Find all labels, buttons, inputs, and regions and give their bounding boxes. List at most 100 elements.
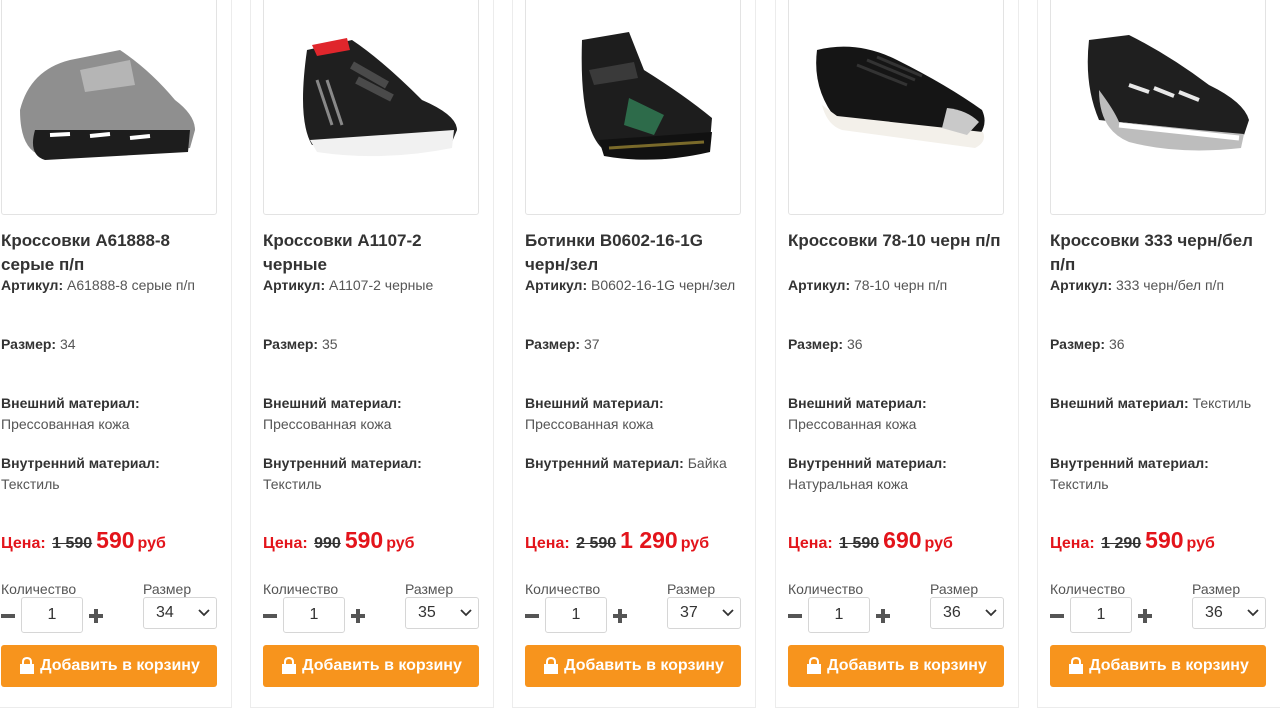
decrease-quantity-button[interactable] xyxy=(1050,609,1064,623)
product-title[interactable]: Кроссовки A1107-2 черные xyxy=(263,229,479,277)
new-price: 590 xyxy=(96,527,135,553)
size-select-value: 35 xyxy=(418,604,436,621)
increase-quantity-button[interactable] xyxy=(1138,609,1152,623)
size-select[interactable]: 36 xyxy=(930,597,1004,629)
size-select[interactable]: 36 xyxy=(1192,597,1266,629)
product-title[interactable]: Кроссовки A61888-8 серые п/п xyxy=(1,229,217,277)
quantity-label: Количество xyxy=(1050,581,1126,597)
outer-material-label: Внешний материал: xyxy=(525,395,664,411)
shopping-bag-icon xyxy=(20,657,35,674)
product-title[interactable]: Ботинки B0602-16-1G черн/зел xyxy=(525,229,741,277)
price-label: Цена: xyxy=(263,535,308,552)
article-row: Артикул: A61888-8 серые п/п xyxy=(1,275,221,296)
inner-material-value: Текстиль xyxy=(1,476,60,492)
decrease-quantity-button[interactable] xyxy=(525,609,539,623)
product-card: Кроссовки A61888-8 серые п/п Артикул: A6… xyxy=(0,0,232,708)
article-value: B0602-16-1G черн/зел xyxy=(591,277,736,293)
inner-material-row: Внутренний материал: Текстиль xyxy=(1,453,221,495)
outer-material-row: Внешний материал: Прессованная кожа xyxy=(788,393,1008,435)
product-card: Ботинки B0602-16-1G черн/зел Артикул: B0… xyxy=(512,0,756,708)
old-price: 990 xyxy=(314,535,341,552)
size-row: Размер: 35 xyxy=(263,334,483,355)
outer-material-value: Текстиль xyxy=(1192,395,1252,411)
add-to-cart-button[interactable]: Добавить в корзину xyxy=(525,645,741,687)
size-row: Размер: 34 xyxy=(1,334,221,355)
article-value: A61888-8 серые п/п xyxy=(67,277,195,293)
quantity-input[interactable] xyxy=(1070,597,1132,633)
product-image[interactable] xyxy=(788,0,1004,215)
shoe-image xyxy=(816,46,985,148)
product-title[interactable]: Кроссовки 333 черн/бел п/п xyxy=(1050,229,1266,277)
size-select[interactable]: 37 xyxy=(667,597,741,629)
currency: руб xyxy=(137,535,166,552)
product-image[interactable] xyxy=(1050,0,1266,215)
inner-material-label: Внутренний материал: xyxy=(525,455,684,471)
outer-material-row: Внешний материал: Прессованная кожа xyxy=(263,393,483,435)
old-price: 1 590 xyxy=(839,535,880,552)
size-attr-value: 36 xyxy=(846,336,863,352)
size-select-value: 36 xyxy=(943,604,961,621)
outer-material-value: Прессованная кожа xyxy=(263,416,392,432)
size-attr-value: 35 xyxy=(321,336,338,352)
quantity-input[interactable] xyxy=(21,597,83,633)
increase-quantity-button[interactable] xyxy=(89,609,103,623)
increase-quantity-button[interactable] xyxy=(351,609,365,623)
product-card: Кроссовки A1107-2 черные Артикул: A1107-… xyxy=(250,0,494,708)
shoe-image xyxy=(20,50,195,160)
inner-material-label: Внутренний материал: xyxy=(1050,455,1209,471)
add-to-cart-button[interactable]: Добавить в корзину xyxy=(263,645,479,687)
quantity-input[interactable] xyxy=(283,597,345,633)
inner-material-label: Внутренний материал: xyxy=(263,455,422,471)
size-select[interactable]: 35 xyxy=(405,597,479,629)
size-attr-value: 36 xyxy=(1108,336,1125,352)
shopping-bag-icon xyxy=(807,657,822,674)
inner-material-row: Внутренний материал: Натуральная кожа xyxy=(788,453,1008,495)
price-row: Цена: 1 590 590 руб xyxy=(1,527,231,554)
outer-material-label: Внешний материал: xyxy=(788,395,927,411)
quantity-input[interactable] xyxy=(808,597,870,633)
increase-quantity-button[interactable] xyxy=(613,609,627,623)
price-row: Цена: 1 290 590 руб xyxy=(1050,527,1280,554)
product-title[interactable]: Кроссовки 78-10 черн п/п xyxy=(788,229,1004,253)
size-attr-label: Размер: xyxy=(788,336,844,352)
article-row: Артикул: B0602-16-1G черн/зел xyxy=(525,275,745,296)
article-value: 78-10 черн п/п xyxy=(854,277,948,293)
currency: руб xyxy=(680,535,710,552)
outer-material-value: Прессованная кожа xyxy=(1,416,130,432)
price-label: Цена: xyxy=(1,535,46,552)
add-to-cart-button[interactable]: Добавить в корзину xyxy=(1,645,217,687)
outer-material-label: Внешний материал: xyxy=(1,395,140,411)
add-to-cart-button[interactable]: Добавить в корзину xyxy=(788,645,1004,687)
product-image[interactable] xyxy=(525,0,741,215)
new-price: 590 xyxy=(344,527,384,553)
add-to-cart-label: Добавить в корзину xyxy=(827,657,987,674)
size-row: Размер: 36 xyxy=(788,334,1008,355)
new-price: 590 xyxy=(1145,527,1184,553)
decrease-quantity-button[interactable] xyxy=(788,609,802,623)
price-label: Цена: xyxy=(1050,535,1095,552)
decrease-quantity-button[interactable] xyxy=(263,609,277,623)
currency: руб xyxy=(924,535,953,552)
add-to-cart-label: Добавить в корзину xyxy=(1089,657,1249,674)
product-image[interactable] xyxy=(263,0,479,215)
decrease-quantity-button[interactable] xyxy=(1,609,15,623)
chevron-down-icon xyxy=(198,609,210,617)
quantity-input[interactable] xyxy=(545,597,607,633)
increase-quantity-button[interactable] xyxy=(876,609,890,623)
size-select[interactable]: 34 xyxy=(143,597,217,629)
inner-material-value: Байка xyxy=(687,455,727,471)
outer-material-row: Внешний материал: Прессованная кожа xyxy=(525,393,745,435)
quantity-label: Количество xyxy=(788,581,864,597)
new-price: 1 290 xyxy=(620,527,678,553)
outer-material-value: Прессованная кожа xyxy=(525,416,654,432)
outer-material-label: Внешний материал: xyxy=(1050,395,1189,411)
size-row: Размер: 36 xyxy=(1050,334,1270,355)
price-row: Цена: 2 590 1 290 руб xyxy=(525,527,755,554)
price-row: Цена: 1 590 690 руб xyxy=(788,527,1018,554)
article-label: Артикул: xyxy=(263,277,326,293)
size-select-value: 37 xyxy=(680,604,698,621)
add-to-cart-button[interactable]: Добавить в корзину xyxy=(1050,645,1266,687)
size-select-label: Размер xyxy=(1192,581,1241,597)
article-label: Артикул: xyxy=(525,277,588,293)
product-image[interactable] xyxy=(1,0,217,215)
